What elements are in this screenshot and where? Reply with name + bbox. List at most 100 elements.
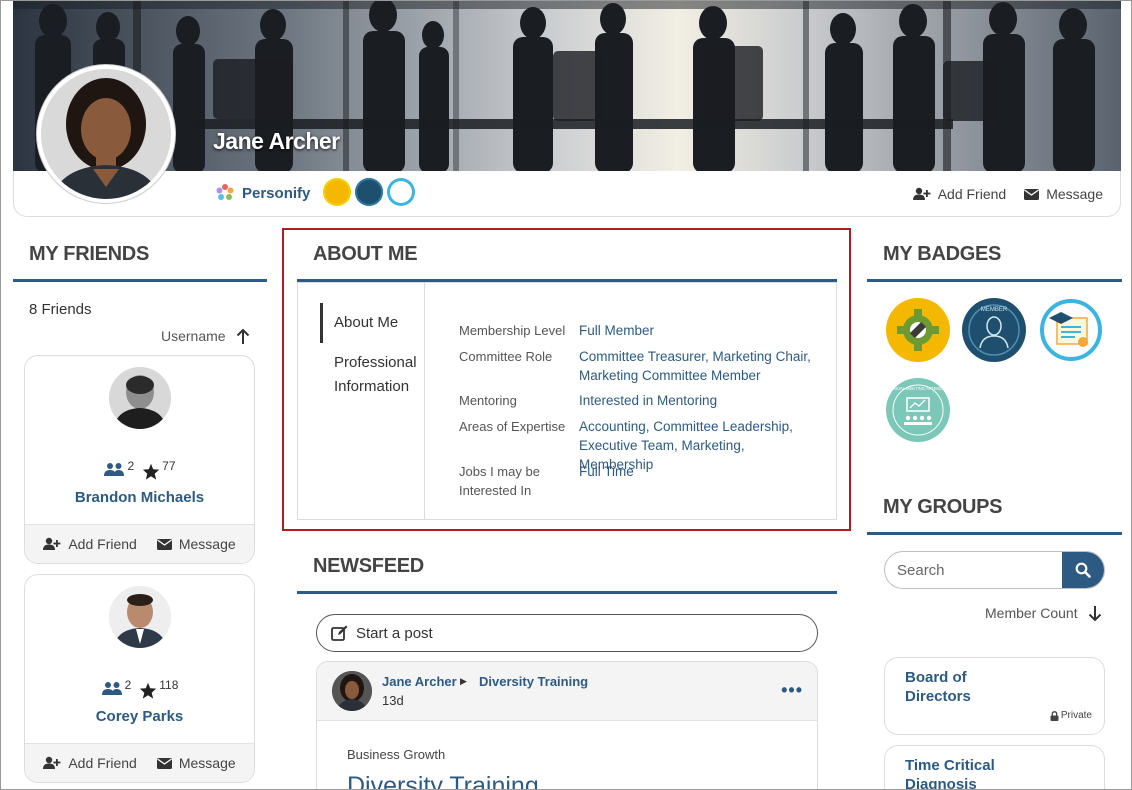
points-count: 118 <box>159 678 179 692</box>
group-card[interactable]: Board of Directors Private <box>884 657 1105 735</box>
friend-message-button[interactable]: Message <box>156 755 236 771</box>
friend-add-label: Add Friend <box>68 755 137 771</box>
add-user-icon <box>43 537 61 550</box>
field-label-membership: Membership Level <box>459 323 566 338</box>
friend-name[interactable]: Brandon Michaels <box>25 489 254 506</box>
friend-add-button[interactable]: Add Friend <box>43 536 137 552</box>
field-label-committee: Committee Role <box>459 349 553 364</box>
post-group[interactable]: Diversity Training <box>479 674 588 689</box>
gear-badge-icon[interactable] <box>886 298 950 362</box>
post-header: Jane Archer ▶ Diversity Training 13d ••• <box>317 662 817 721</box>
group-card[interactable]: Time Critical Diagnosis <box>884 745 1105 789</box>
friends-count: 8 Friends <box>29 301 92 318</box>
edit-icon <box>331 625 348 641</box>
friends-sort-label: Username <box>161 328 226 344</box>
friend-message-button[interactable]: Message <box>156 536 236 552</box>
groups-divider <box>867 532 1122 535</box>
profile-avatar <box>37 65 175 203</box>
field-label-expertise: Areas of Expertise <box>459 419 566 434</box>
add-friend-label: Add Friend <box>937 186 1007 202</box>
gear-badge-icon[interactable] <box>323 178 351 206</box>
annual-badge-text: ANNUAL MEETING ATTENDEE <box>888 386 948 391</box>
member-badge-text: MEMBER <box>981 307 1008 313</box>
org-link[interactable]: Personify <box>215 183 310 203</box>
start-post-button[interactable]: Start a post <box>316 614 818 652</box>
field-value-membership[interactable]: Full Member <box>579 321 819 340</box>
about-title: ABOUT ME <box>313 243 418 265</box>
tab-about-me[interactable]: About Me <box>334 311 398 335</box>
member-badge-icon[interactable] <box>355 178 383 206</box>
post-author[interactable]: Jane Archer <box>382 674 457 689</box>
friend-stats: 2 118 <box>25 678 254 699</box>
lock-icon <box>1050 710 1059 721</box>
envelope-icon <box>156 539 172 550</box>
newsfeed-title: NEWSFEED <box>313 555 424 577</box>
caret-right-icon: ▶ <box>460 676 467 686</box>
certificate-badge-icon[interactable] <box>387 178 415 206</box>
search-icon <box>1075 562 1091 578</box>
add-user-icon <box>43 756 61 769</box>
member-badge-icon[interactable]: MEMBER <box>962 298 1026 362</box>
groups-sort[interactable]: Member Count <box>985 605 1102 621</box>
profile-badges <box>323 178 415 206</box>
friend-card[interactable]: 2 118 Corey Parks Add Friend Message <box>24 574 255 783</box>
groups-sort-label: Member Count <box>985 605 1078 621</box>
group-search-input[interactable] <box>885 552 1065 588</box>
about-nav: About Me Professional Information <box>298 283 425 519</box>
friend-message-label: Message <box>178 755 236 771</box>
about-panel: About Me Professional Information Member… <box>297 282 837 520</box>
personify-logo-icon <box>216 184 234 200</box>
group-search <box>884 551 1105 589</box>
post-author-avatar[interactable] <box>332 671 372 711</box>
post-time: 13d <box>382 693 404 708</box>
mutual-count: 2 <box>124 678 132 692</box>
tab-professional-information[interactable]: Professional Information <box>334 351 426 399</box>
arrow-up-icon <box>236 328 249 344</box>
group-name[interactable]: Board of Directors <box>905 668 1025 706</box>
friend-add-button[interactable]: Add Friend <box>43 755 137 771</box>
friends-title: MY FRIENDS <box>29 243 149 265</box>
newsfeed-divider <box>297 591 837 594</box>
mutual-friends-icon <box>104 463 125 476</box>
more-options-icon[interactable]: ••• <box>781 680 803 701</box>
field-value-jobs[interactable]: Full Time <box>579 462 819 481</box>
star-icon <box>140 682 157 699</box>
profile-actions: Add Friend Message <box>912 186 1103 202</box>
start-post-label: Start a post <box>356 624 433 642</box>
star-icon <box>143 463 160 480</box>
annual-meeting-badge-icon[interactable]: ANNUAL MEETING ATTENDEE <box>886 378 950 442</box>
field-label-jobs: Jobs I may be Interested In <box>459 464 540 498</box>
mutual-count: 2 <box>127 459 135 473</box>
profile-name: Jane Archer <box>213 128 340 154</box>
page-frame: Jane Archer Personify Add Friend Message… <box>0 0 1132 790</box>
nav-active-indicator <box>320 303 323 343</box>
field-value-committee[interactable]: Committee Treasurer, Marketing Chair, Ma… <box>579 347 819 385</box>
group-name[interactable]: Time Critical Diagnosis <box>905 756 1045 789</box>
group-privacy-label: Private <box>1060 710 1092 721</box>
friend-card[interactable]: 2 77 Brandon Michaels Add Friend Message <box>24 355 255 564</box>
badges-title: MY BADGES <box>883 243 1002 265</box>
friend-actions: Add Friend Message <box>25 524 254 563</box>
friends-sort[interactable]: Username <box>161 328 250 344</box>
friends-divider <box>13 279 267 282</box>
friend-avatar[interactable] <box>109 367 171 429</box>
search-button[interactable] <box>1062 552 1104 588</box>
org-label: Personify <box>242 184 311 202</box>
post-card: Jane Archer ▶ Diversity Training 13d •••… <box>316 661 818 789</box>
field-value-mentoring[interactable]: Interested in Mentoring <box>579 391 819 410</box>
arrow-down-icon <box>1088 605 1101 621</box>
friend-avatar[interactable] <box>109 586 171 648</box>
post-title[interactable]: Diversity Training <box>347 772 539 789</box>
friend-stats: 2 77 <box>25 459 254 480</box>
cover-silhouettes <box>13 1 1121 173</box>
add-friend-button[interactable]: Add Friend <box>912 186 1007 202</box>
friend-name[interactable]: Corey Parks <box>25 708 254 725</box>
groups-title: MY GROUPS <box>883 496 1003 518</box>
field-label-mentoring: Mentoring <box>459 393 517 408</box>
message-button[interactable]: Message <box>1024 186 1103 202</box>
friend-actions: Add Friend Message <box>25 743 254 782</box>
envelope-icon <box>156 758 172 769</box>
points-count: 77 <box>162 459 176 473</box>
certificate-badge-icon[interactable] <box>1039 298 1103 362</box>
post-category: Business Growth <box>347 747 446 762</box>
